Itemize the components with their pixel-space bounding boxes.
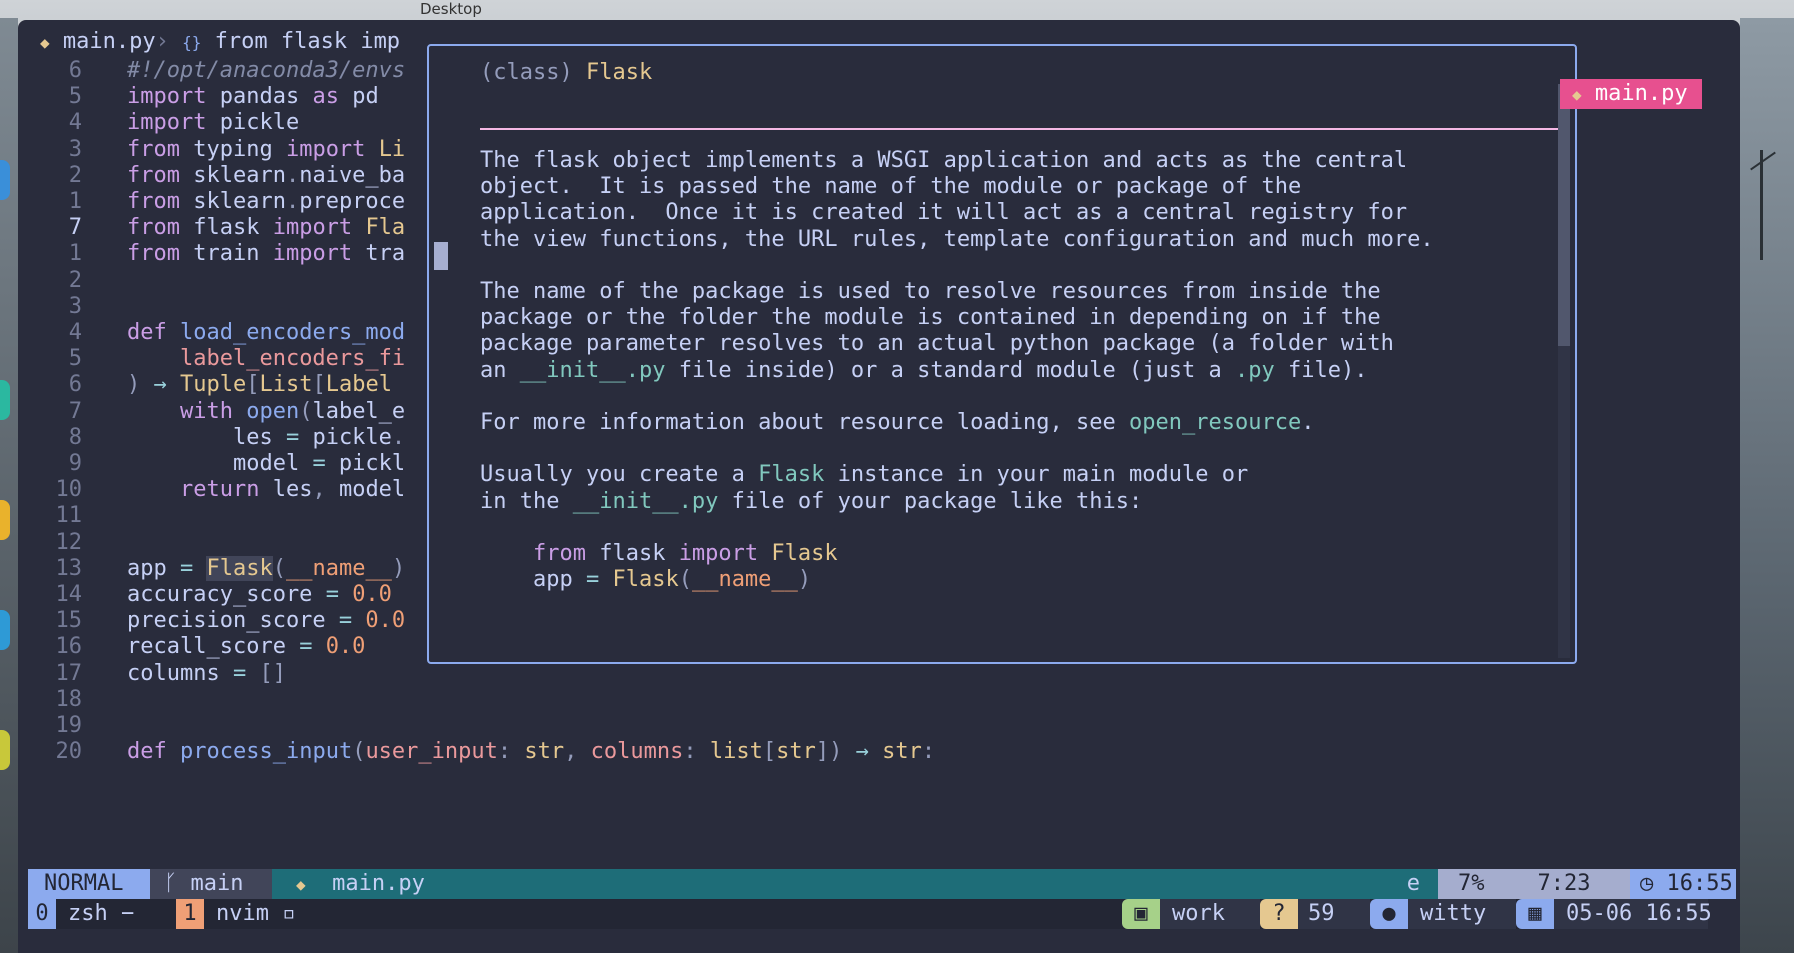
- module-icon: {}: [182, 33, 202, 52]
- statusline-clock: ◷ 16:55: [1630, 869, 1736, 899]
- breadcrumb-file[interactable]: main.py: [63, 29, 156, 54]
- mode-indicator: NORMAL: [28, 869, 150, 899]
- dock-app-icon[interactable]: [0, 160, 10, 200]
- hover-doc-line: the view functions, the URL rules, templ…: [480, 226, 1434, 252]
- encoding-indicator: e: [1222, 869, 1438, 899]
- file-tab-badge[interactable]: ◆ main.py: [1560, 79, 1702, 109]
- cursor-position: 7:23: [1537, 871, 1591, 896]
- git-branch-name: main: [190, 871, 244, 896]
- hover-doc-line: an __init__.py file inside) or a standar…: [480, 357, 1368, 383]
- statusline-filename-text: main.py: [332, 871, 425, 896]
- user-icon: ●: [1370, 899, 1408, 929]
- statusline-time: 16:55: [1666, 871, 1733, 896]
- hover-doc-line: in the __init__.py file of your package …: [480, 488, 1143, 514]
- tmux-window-0-index[interactable]: 0: [28, 899, 56, 929]
- python-file-icon: ◆: [40, 33, 50, 52]
- terminal-icon: ▣: [1122, 899, 1160, 929]
- python-file-icon: ◆: [296, 875, 306, 894]
- hover-documentation-popup[interactable]: (class) Flask The flask object implement…: [427, 44, 1577, 664]
- breadcrumb-symbol[interactable]: from flask imp: [215, 29, 400, 54]
- dock-app-icon[interactable]: [0, 730, 10, 770]
- hover-doc-line: For more information about resource load…: [480, 410, 1315, 435]
- tmux-user: witty: [1408, 899, 1516, 929]
- clock-icon: ◷: [1640, 871, 1654, 896]
- tmux-datetime: 05-06 16:55: [1554, 899, 1712, 929]
- tmux-statusbar: 0 zsh − 1 nvim ▫ ▣ work ? 59 ● witty ▦ 0…: [28, 899, 1712, 929]
- scroll-position: 7% 7:23: [1438, 869, 1630, 899]
- statusline-filename: ◆ main.py: [272, 869, 1222, 899]
- tmux-help-count: 59: [1298, 899, 1370, 929]
- file-tab-label: main.py: [1594, 81, 1688, 106]
- git-branch: ᚴ main: [150, 869, 272, 899]
- wind-turbine-decoration: [1760, 150, 1763, 260]
- code-text[interactable]: def process_input(user_input: str, colum…: [127, 737, 935, 767]
- hover-doc-line: app = Flask(__name__): [480, 567, 812, 593]
- hover-divider: [480, 128, 1562, 130]
- dock-app-icon[interactable]: [0, 380, 10, 420]
- hover-scrollbar-thumb[interactable]: [1558, 84, 1570, 346]
- help-icon: ?: [1260, 899, 1298, 929]
- tmux-session-name: work: [1160, 899, 1260, 929]
- neovim-statusline: NORMAL ᚴ main ◆ main.py e 7% 7:23 ◷ 16:5…: [28, 869, 1736, 899]
- line-number: 20: [55, 739, 83, 765]
- dock-app-icon[interactable]: [0, 500, 10, 540]
- code-line[interactable]: 20 def process_input(user_input: str, col…: [18, 737, 1718, 767]
- git-branch-icon: ᚴ: [164, 871, 178, 896]
- python-file-icon: ◆: [1572, 85, 1582, 104]
- calendar-icon: ▦: [1516, 899, 1554, 929]
- hover-signature: (class) Flask: [480, 60, 653, 85]
- desktop-background-left: [0, 18, 18, 953]
- dock-app-icon[interactable]: [0, 610, 10, 650]
- scroll-percent: 7%: [1458, 871, 1485, 896]
- breadcrumb: ◆ main.py› {} from flask imp: [40, 29, 401, 54]
- desktop-label: Desktop: [420, 0, 482, 18]
- tmux-window-0-name[interactable]: zsh −: [56, 899, 176, 929]
- tmux-window-1-index[interactable]: 1: [176, 899, 204, 929]
- cursor-block: [434, 242, 448, 270]
- tmux-window-1-name[interactable]: nvim ▫: [204, 899, 404, 929]
- terminal-window[interactable]: ◆ main.py› {} from flask imp 6 #!/opt/ana…: [18, 20, 1740, 953]
